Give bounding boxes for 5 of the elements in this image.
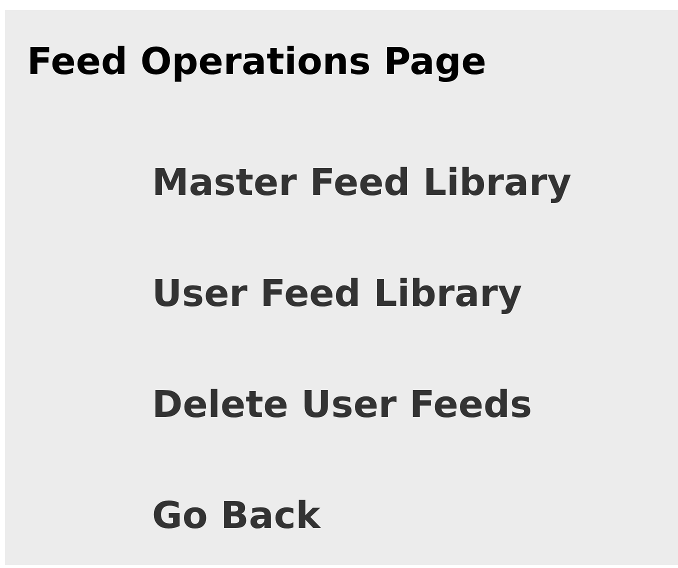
page-title: Feed Operations Page [27, 40, 486, 84]
menu-link[interactable]: Delete User Feeds [152, 383, 532, 427]
menu-link[interactable]: User Feed Library [152, 272, 522, 316]
menu-link[interactable]: Go Back [152, 494, 320, 538]
menu-link[interactable]: Master Feed Library [152, 161, 572, 205]
